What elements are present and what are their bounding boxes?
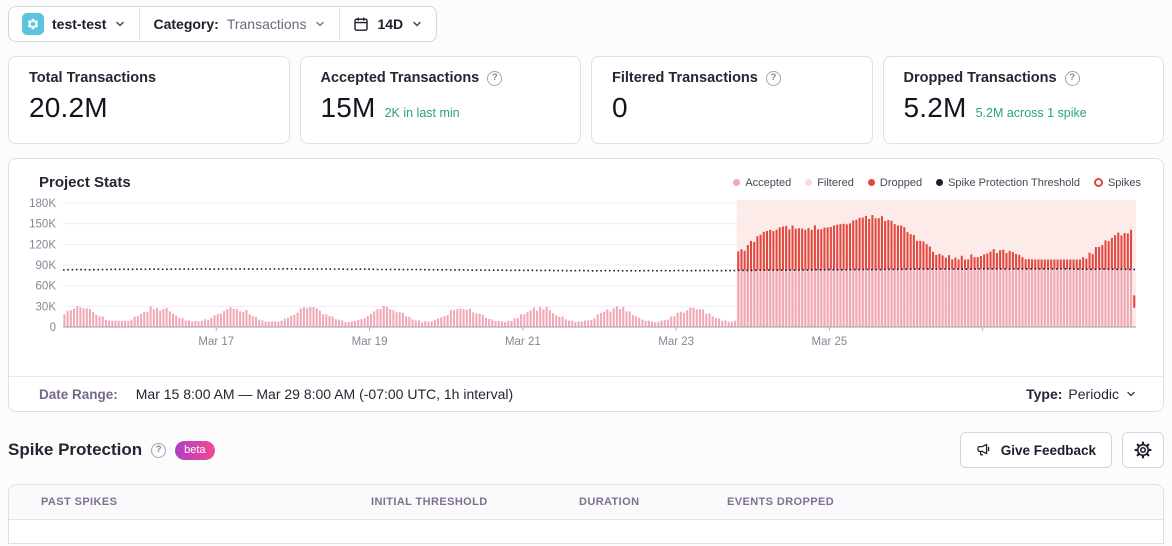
svg-text:0: 0 (50, 322, 56, 334)
svg-text:60K: 60K (36, 281, 57, 293)
legend-filtered-dot-icon (805, 179, 813, 186)
date-range-footer-label: Date Range: (39, 386, 118, 402)
card-label: Dropped Transactions ? (904, 70, 1144, 86)
type-label: Type: (1026, 386, 1063, 402)
svg-text:Mar 21: Mar 21 (505, 336, 541, 348)
card-label: Filtered Transactions ? (612, 70, 852, 86)
calendar-icon (353, 16, 369, 32)
card-value: 20.2M (29, 92, 108, 123)
card-label: Accepted Transactions ? (321, 70, 561, 86)
category-label: Category: (153, 16, 219, 32)
svg-text:150K: 150K (29, 219, 56, 231)
col-past-spikes: PAST SPIKES (41, 496, 118, 508)
card-dropped-transactions: Dropped Transactions ? 5.2M 5.2M across … (882, 56, 1164, 144)
col-duration: DURATION (579, 496, 640, 508)
svg-text:120K: 120K (29, 239, 56, 251)
beta-badge: beta (175, 440, 215, 460)
chart-legend: Accepted Filtered Dropped Spike Protecti… (733, 177, 1141, 189)
legend-spikes-ring-icon (1093, 178, 1103, 187)
past-spikes-table: PAST SPIKES INITIAL THRESHOLD DURATION E… (8, 484, 1164, 544)
chevron-down-icon (411, 18, 423, 30)
svg-text:Mar 25: Mar 25 (812, 336, 848, 348)
svg-text:90K: 90K (36, 260, 57, 272)
section-title: Spike Protection (8, 440, 143, 459)
help-icon[interactable]: ? (1064, 70, 1080, 86)
card-value: 15M (320, 92, 376, 123)
help-icon[interactable]: ? (487, 70, 503, 86)
legend-item-threshold[interactable]: Spike Protection Threshold (936, 177, 1080, 189)
project-platform-icon (22, 13, 44, 35)
filter-toolbar: test-test Category: Transactions 14D (8, 6, 438, 42)
svg-text:180K: 180K (29, 198, 56, 210)
project-stats-panel: Project Stats Accepted Filtered Dropped … (8, 158, 1164, 412)
date-range-value: 14D (377, 16, 404, 32)
table-header-row: PAST SPIKES INITIAL THRESHOLD DURATION E… (9, 485, 1163, 520)
card-value: 0 (612, 92, 628, 123)
project-stats-chart: 180K 150K 120K 90K 60K 30K 0 Mar 17 Mar 19 Mar 21… (29, 198, 1137, 348)
project-selector[interactable]: test-test (9, 7, 139, 41)
svg-text:30K: 30K (36, 301, 57, 313)
card-accepted-transactions: Accepted Transactions ? 15M 2K in last m… (299, 56, 581, 144)
legend-item-filtered[interactable]: Filtered (805, 177, 854, 189)
svg-text:Mar 23: Mar 23 (658, 336, 694, 348)
type-value: Periodic (1068, 386, 1119, 402)
chevron-down-icon (1125, 388, 1137, 400)
legend-threshold-dot-icon (936, 179, 944, 186)
col-events-dropped: EVENTS DROPPED (727, 496, 835, 508)
chart-title: Project Stats (39, 174, 131, 191)
svg-text:Mar 19: Mar 19 (352, 336, 388, 348)
col-initial-threshold: INITIAL THRESHOLD (371, 496, 488, 508)
date-range-footer-value: Mar 15 8:00 AM — Mar 29 8:00 AM (-07:00 … (135, 386, 514, 402)
spike-protection-header: Spike Protection ? beta Give Feedback (8, 432, 1164, 468)
legend-item-dropped[interactable]: Dropped (867, 177, 922, 189)
card-value: 5.2M (903, 92, 967, 123)
card-total-transactions: Total Transactions 20.2M (8, 56, 290, 144)
project-name: test-test (52, 16, 107, 32)
gear-icon (1134, 441, 1152, 459)
chart-footer: Date Range: Mar 15 8:00 AM — Mar 29 8:00… (9, 376, 1163, 411)
legend-item-spikes[interactable]: Spikes (1093, 177, 1141, 189)
chevron-down-icon (314, 18, 326, 30)
settings-button[interactable] (1122, 432, 1164, 468)
legend-dropped-dot-icon (867, 179, 875, 186)
megaphone-icon (976, 442, 992, 458)
chevron-down-icon (114, 18, 126, 30)
give-feedback-button[interactable]: Give Feedback (959, 432, 1112, 468)
card-sub-value spike-link[interactable]: 5.2M across 1 spike (976, 106, 1087, 120)
help-icon[interactable]: ? (151, 442, 167, 458)
date-range-selector[interactable]: 14D (339, 7, 436, 41)
help-icon[interactable]: ? (765, 70, 781, 86)
card-label: Total Transactions (29, 70, 157, 86)
stat-cards-row: Total Transactions 20.2M Accepted Transa… (8, 56, 1164, 144)
card-sub-value[interactable]: 2K in last min (385, 106, 460, 120)
type-selector[interactable]: Type: Periodic (1026, 386, 1137, 402)
category-selector[interactable]: Category: Transactions (139, 7, 339, 41)
legend-accepted-dot-icon (733, 179, 741, 186)
category-value: Transactions (226, 16, 307, 32)
svg-text:Mar 17: Mar 17 (198, 336, 234, 348)
card-filtered-transactions: Filtered Transactions ? 0 (591, 56, 873, 144)
legend-item-accepted[interactable]: Accepted (733, 177, 791, 189)
